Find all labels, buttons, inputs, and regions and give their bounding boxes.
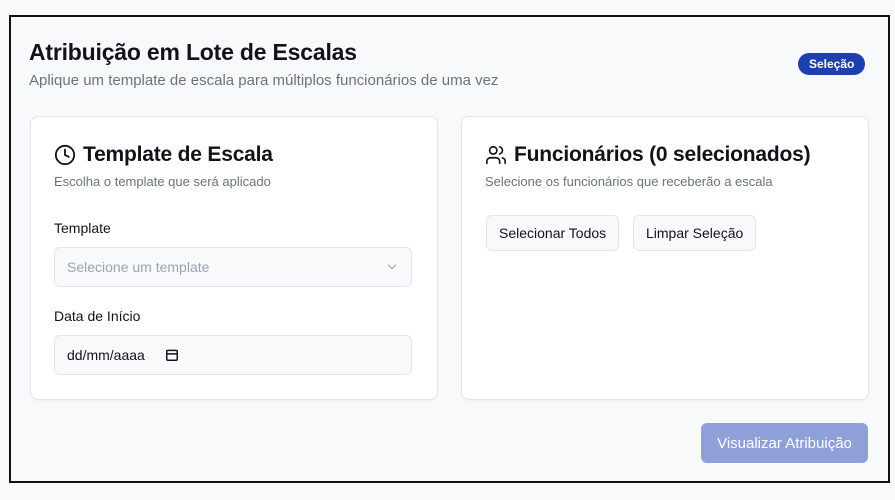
- employees-card: Funcionários (0 selecionados) Selecione …: [461, 116, 869, 400]
- template-select-placeholder: Selecione um template: [67, 259, 210, 275]
- template-card-title-text: Template de Escala: [83, 143, 273, 166]
- employees-card-title-text: Funcionários (0 selecionados): [514, 143, 811, 166]
- select-all-button[interactable]: Selecionar Todos: [486, 215, 620, 251]
- page-title: Atribuição em Lote de Escalas: [29, 39, 357, 65]
- template-card-subtitle: Escolha o template que será aplicado: [54, 174, 271, 189]
- preview-assignment-button[interactable]: Visualizar Atribuição: [701, 423, 868, 463]
- users-icon: [485, 144, 507, 166]
- page-subtitle: Aplique um template de escala para múlti…: [29, 72, 499, 89]
- start-date-placeholder: dd/mm/aaaa: [67, 347, 145, 363]
- clear-selection-button[interactable]: Limpar Seleção: [633, 215, 757, 251]
- calendar-icon[interactable]: [165, 348, 179, 362]
- employees-card-title: Funcionários (0 selecionados): [485, 143, 811, 167]
- template-card: Template de Escala Escolha o template qu…: [30, 116, 438, 400]
- template-card-title: Template de Escala: [54, 143, 273, 167]
- start-date-input[interactable]: dd/mm/aaaa: [54, 335, 412, 375]
- status-badge: Seleção: [798, 53, 866, 75]
- template-select[interactable]: Selecione um template: [54, 247, 412, 287]
- main-panel: Atribuição em Lote de Escalas Aplique um…: [9, 15, 890, 483]
- employees-card-subtitle: Selecione os funcionários que receberão …: [485, 174, 773, 189]
- template-label: Template: [54, 220, 111, 236]
- clock-icon: [54, 144, 76, 166]
- start-date-label: Data de Início: [54, 308, 141, 324]
- chevron-down-icon: [385, 260, 399, 274]
